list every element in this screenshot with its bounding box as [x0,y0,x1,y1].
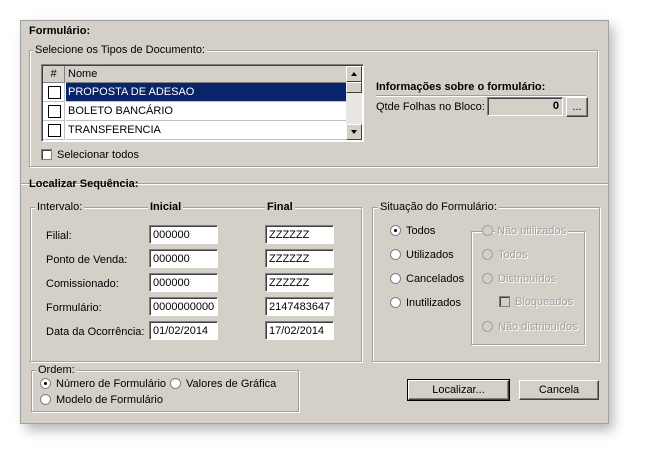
ordem-modelo-label[interactable]: Modelo de Formulário [56,394,163,407]
scroll-down-button[interactable] [346,124,362,140]
ordem-group-title: Ordem: [36,364,77,376]
filial-final-input[interactable] [265,225,334,244]
data-ocorrencia-inicial-input[interactable] [149,321,218,340]
data-ocorrencia-label: Data da Ocorrência: [46,326,145,338]
localizar-title: Localizar Sequência: [29,178,139,190]
situacao-inutilizados-label[interactable]: Inutilizados [406,297,461,310]
situacao-group-title: Situação do Formulário: [378,201,499,213]
situacao-utilizados-label[interactable]: Utilizados [406,249,454,262]
list-scrollbar[interactable] [346,66,362,140]
situacao-utilizados-radio[interactable] [390,249,401,260]
sub-distribuidos-radio[interactable] [482,273,493,284]
select-all-checkbox[interactable] [41,149,52,160]
qtde-ellipsis-button[interactable]: ... [566,97,588,117]
formulario-final-input[interactable] [265,297,334,316]
select-all-label[interactable]: Selecionar todos [57,149,139,162]
final-header: Final [265,201,295,213]
info-title: Informações sobre o formulário: [376,81,546,93]
data-ocorrencia-final-input[interactable] [265,321,334,340]
qtde-label: Qtde Folhas no Bloco: [376,101,485,113]
formulario-inicial-input[interactable] [149,297,218,316]
situacao-cancelados-radio[interactable] [390,273,401,284]
list-item[interactable]: PROPOSTA DE ADESAO [43,83,347,102]
sub-todos-radio[interactable] [482,249,493,260]
sub-todos-label[interactable]: Todos [498,249,527,262]
ordem-valores-label[interactable]: Valores de Gráfica [186,378,276,391]
inicial-header: Inicial [148,201,184,213]
nao-utilizados-label[interactable]: Não utilizados [495,225,569,237]
situacao-todos-radio[interactable] [390,225,401,236]
arrow-up-icon [351,72,357,76]
ordem-valores-radio[interactable] [170,378,181,389]
filial-inicial-input[interactable] [149,225,218,244]
situacao-cancelados-label[interactable]: Cancelados [406,273,464,286]
sub-distribuidos-label[interactable]: Distribuídos [498,273,556,286]
list-item-checkbox[interactable] [48,124,61,137]
ordem-numero-label[interactable]: Número de Formulário [56,378,166,391]
doc-types-group-title: Selecione os Tipos de Documento: [33,44,207,56]
list-item[interactable]: TRANSFERENCIA [43,121,347,140]
bloqueados-checkbox[interactable] [499,296,510,307]
situacao-inutilizados-radio[interactable] [390,297,401,308]
list-header-hash[interactable]: # [43,66,65,83]
scroll-up-button[interactable] [346,66,362,82]
comissionado-final-input[interactable] [265,273,334,292]
formulario-title: Formulário: [29,25,91,37]
cancela-button[interactable]: Cancela [519,380,599,400]
ponto-venda-label: Ponto de Venda: [46,254,128,266]
list-item-label: TRANSFERENCIA [66,121,347,140]
bloqueados-label[interactable]: Bloqueados [515,296,573,309]
comissionado-label: Comissionado: [46,278,119,290]
nao-distribuidos-label[interactable]: Não distribuídos [498,321,578,334]
dialog-window: Formulário: Selecione os Tipos de Docume… [20,20,609,424]
ordem-numero-radio[interactable] [40,378,51,389]
list-item-checkbox[interactable] [48,86,61,99]
arrow-down-icon [351,130,357,134]
nao-distribuidos-radio[interactable] [482,321,493,332]
filial-label: Filial: [46,230,72,242]
list-header: # Nome [43,66,347,83]
document-types-list[interactable]: # Nome PROPOSTA DE ADESAO BOLETO BANCÁRI… [41,64,364,142]
situacao-todos-label[interactable]: Todos [406,225,435,238]
ponto-venda-inicial-input[interactable] [149,249,218,268]
qtde-field: 0 [487,97,563,116]
ordem-modelo-radio[interactable] [40,394,51,405]
scroll-thumb[interactable] [346,82,362,93]
list-item-checkbox[interactable] [48,105,61,118]
formulario-label: Formulário: [46,302,102,314]
localizar-button[interactable]: Localizar... [407,379,510,401]
list-item[interactable]: BOLETO BANCÁRIO [43,102,347,121]
list-item-label: BOLETO BANCÁRIO [66,102,347,121]
interval-group-title: Intervalo: [35,201,85,213]
list-item-label: PROPOSTA DE ADESAO [66,83,347,102]
ponto-venda-final-input[interactable] [265,249,334,268]
list-header-nome[interactable]: Nome [66,66,347,83]
nao-utilizados-radio[interactable] [482,225,493,236]
comissionado-inicial-input[interactable] [149,273,218,292]
